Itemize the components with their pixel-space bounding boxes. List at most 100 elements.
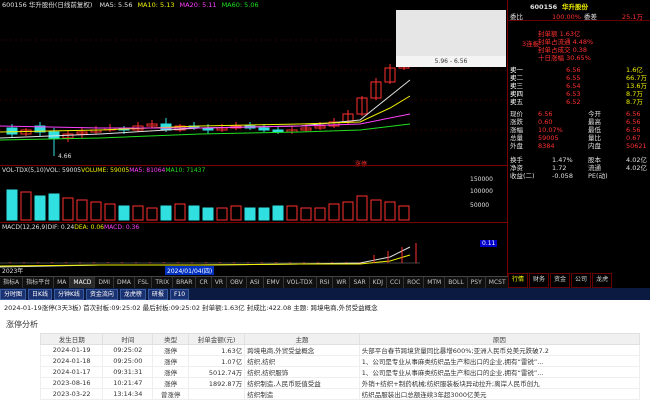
indicator-tab[interactable]: BOLL (445, 277, 468, 288)
cell-time: 09:25:00 (102, 355, 154, 367)
seal-info-line: 封单额 1.63亿 (538, 30, 581, 38)
vol-value-3: MA5: 81064 (129, 167, 166, 174)
nav-chip[interactable]: F10 (169, 288, 190, 300)
cell-type: 曾涨停 (152, 388, 189, 400)
right-tab[interactable]: 龙虎 (592, 273, 613, 288)
table-row: 2023-03-22 13:14:34 曾涨停 纺织制造 纺织品服装出口总额连续3年超3… (39, 388, 641, 400)
nav-strip: 分时图 日K线 分钟K线 资金流向 龙虎榜 研报 F10 (0, 288, 650, 300)
indicator-tab[interactable]: ROC (404, 277, 425, 288)
indicator-tab[interactable]: DMI (95, 277, 114, 288)
indicator-tab[interactable]: RSI (317, 277, 334, 288)
quote-row: 买一 6.56 1.6亿 (508, 66, 650, 74)
indicator-tab[interactable]: MTM (424, 277, 446, 288)
candle-body (258, 127, 270, 131)
cell-amount (187, 388, 246, 400)
limit-info-panel: 2024-01-19涨停(3天3板) 首次封板:09:25:02 最后封板:09… (0, 300, 650, 400)
nav-chip[interactable]: 分时图 (0, 288, 27, 300)
volume-bar (244, 207, 256, 221)
buy-price: 6.53 (566, 90, 581, 98)
macd-svg[interactable] (0, 231, 508, 276)
indicator-tab[interactable]: BRAR (173, 277, 197, 288)
indicator-tab[interactable]: VOL-TDX (284, 277, 317, 288)
quote-row: 换手 1.47% 股本 4.02亿 (508, 156, 650, 164)
chart-title-bar: 600156 华升股份(日线前复权) MA5: 5.56 MA10: 5.13 MA… (0, 0, 508, 10)
nav-chip[interactable]: 资金流向 (85, 288, 118, 300)
volume-bar (342, 201, 354, 221)
indicator-tab[interactable]: EMV (264, 277, 284, 288)
quote-row: 买三 6.54 13.6万 (508, 82, 650, 90)
quote-label: 涨跌 (510, 118, 523, 126)
indicator-tab[interactable]: SAR (350, 277, 370, 288)
indicator-tab[interactable]: 指标A (0, 277, 24, 288)
section-title: 涨停分析 (6, 320, 38, 329)
indicator-tab[interactable]: FSL (135, 277, 153, 288)
quote-label2: 今开 (588, 110, 601, 118)
macd-value-2: DEA: 0.06 (74, 224, 104, 231)
quote-label2: 内盘 (588, 142, 601, 150)
right-tab[interactable]: 行情 (508, 273, 529, 288)
table-row: 2024-01-18 09:25:00 涨停 1.07亿 纺织,纺织 1、公司是专业从事麻… (39, 355, 641, 367)
volume-svg[interactable] (0, 174, 508, 222)
cell-amount: 1.63亿 (187, 344, 246, 356)
nav-chip[interactable]: 研报 (147, 288, 168, 300)
extra-value: 1.47% (552, 156, 573, 164)
indicator-tab[interactable]: 指标平台 (23, 277, 55, 288)
extra-label: 收益(二) (510, 172, 535, 180)
indicator-tab[interactable]: CCI (387, 277, 405, 288)
ma-value-1: MA10: 5.13 (137, 1, 175, 9)
cell-date: 2024-01-18 (39, 355, 104, 367)
kline-chart-area[interactable]: 600156 华升股份(日线前复权) MA5: 5.56 MA10: 5.13 MA… (0, 0, 548, 288)
indicator-tab[interactable]: PSY (468, 277, 486, 288)
cell-reason: 1、公司是专业从事麻类纺织品生产和出口的企业,拥有“雷锐”... (358, 355, 641, 367)
indicator-tab[interactable]: ASI (247, 277, 264, 288)
indicator-tab[interactable]: MA (54, 277, 71, 288)
volume-bar (286, 205, 298, 221)
volume-bar (398, 205, 410, 221)
indicator-tab[interactable]: DMA (114, 277, 135, 288)
right-tab[interactable]: 财务 (529, 273, 550, 288)
indicator-tab[interactable]: MACD (70, 277, 96, 288)
cell-time: 09:25:02 (102, 344, 154, 356)
indicator-tab[interactable]: WR (333, 277, 351, 288)
macd-value-0: MACD(12,26,9) (2, 224, 48, 231)
nav-chip[interactable]: 日K线 (28, 288, 52, 300)
vol-value-4: MA10: 71437 (165, 167, 206, 174)
extra-value2: 4.02亿 (626, 156, 647, 164)
seal-info-line: 封单占成交 0.38 (538, 46, 588, 54)
indicator-tabs: 指标A 指标平台 MA MACD DMI DMA FSL TRIX BRAR CR VR OBV ASI… (0, 276, 548, 288)
indicator-tab[interactable]: MCST (486, 277, 510, 288)
right-tab[interactable]: 资金 (550, 273, 571, 288)
quote-label: 外盘 (510, 142, 523, 150)
volume-bar (118, 205, 130, 221)
quote-label: 现价 (510, 110, 523, 118)
quote-value: 10.07% (538, 126, 563, 134)
indicator-tab[interactable]: TRIX (152, 277, 174, 288)
quote-row: 涨幅 10.07% 最低 6.56 (508, 126, 650, 134)
limit-summary: 2024-01-19涨停(3天3板) 首次封板:09:25:02 最后封板:09… (4, 304, 378, 312)
buy-vol: 13.6万 (626, 82, 647, 90)
cell-amount: 1.07亿 (187, 355, 246, 367)
volume-bar (314, 207, 326, 221)
quote-row: 封单占成交 0.38 (508, 46, 650, 54)
indicator-tab[interactable]: CR (196, 277, 212, 288)
volume-bar (328, 203, 340, 221)
quote-label: 涨幅 (510, 126, 523, 134)
right-tabs: 行情 财务 资金 公司 龙虎 (508, 273, 650, 288)
nav-chip[interactable]: 龙虎榜 (119, 288, 146, 300)
ma-value-0: MA5: 5.56 (99, 1, 133, 9)
volume-bar (90, 201, 102, 221)
weicha-label: 委差 (584, 13, 597, 21)
macd-header: MACD(12,26,9)DIF: 0.24DEA: 0.06MACD: 0.3… (0, 222, 508, 231)
vol-value-0: VOL-TDX(5,10) (2, 167, 47, 174)
quote-value: 8384 (538, 142, 555, 150)
quote-row: 净资 1.72 流通 4.02亿 (508, 164, 650, 172)
volume-bar (230, 205, 242, 221)
right-tab[interactable]: 公司 (571, 273, 592, 288)
nav-chip[interactable]: 分钟K线 (53, 288, 84, 300)
dea-line (0, 254, 411, 267)
quote-row: 总量 59005 量比 0.67 (508, 134, 650, 142)
indicator-tab[interactable]: VR (212, 277, 228, 288)
indicator-tab[interactable]: OBV (227, 277, 247, 288)
indicator-tab[interactable]: KDJ (370, 277, 387, 288)
quote-value2: 50621 (626, 142, 647, 150)
